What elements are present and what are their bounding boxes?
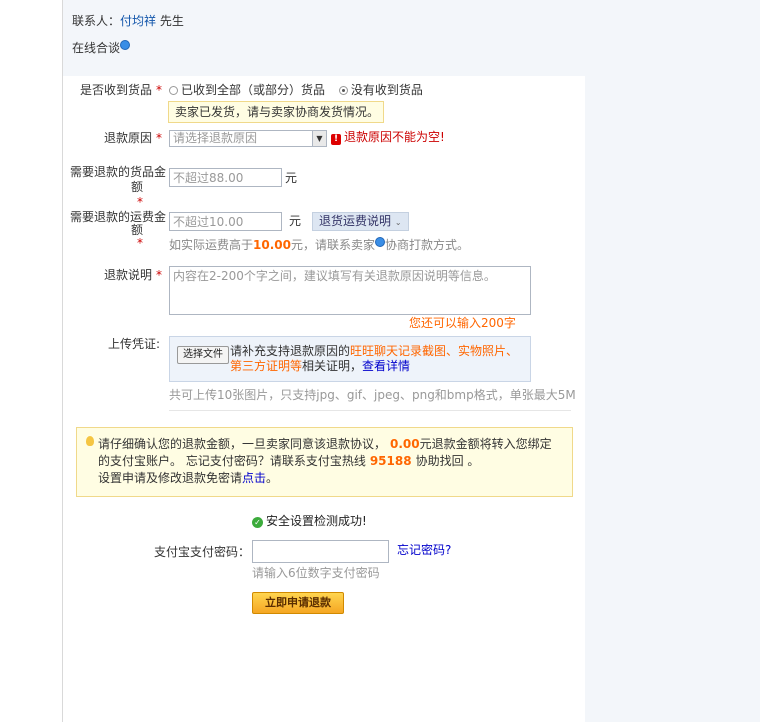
radio-not-received-label[interactable]: 没有收到货品 — [351, 83, 423, 97]
error-icon: ! — [331, 134, 341, 145]
shipping-fee-explain-button[interactable]: 退货运费说明 ⌄ — [312, 212, 409, 231]
password-label: 支付宝支付密码： — [153, 545, 250, 559]
contact-panel — [63, 0, 760, 76]
goods-amount-unit: 元 — [285, 171, 298, 185]
description-label-row: 退款说明 * — [62, 268, 162, 283]
shipping-note-prefix: 如实际运费高于 — [169, 238, 254, 252]
choose-file-button[interactable]: 选择文件 — [177, 346, 229, 364]
chevron-down-icon: ⌄ — [394, 218, 402, 227]
reason-error: ! 退款原因不能为空! — [331, 130, 445, 145]
confirm-line1-prefix: 请仔细确认您的退款金额，一旦卖家同意该退款协议， — [98, 437, 387, 451]
received-label-row: 是否收到货品 * — [62, 83, 162, 98]
required-mark: * — [156, 268, 162, 282]
contact-line: 联系人：付均祥 先生 — [72, 14, 184, 29]
goods-amount-label-line2: 额 — [130, 180, 143, 194]
shipping-note-suffix: 协商打款方式。 — [385, 238, 470, 252]
password-hint: 请输入6位数字支付密码 — [252, 566, 380, 580]
security-status: ✓ 安全设置检测成功! — [252, 514, 367, 529]
reason-select-placeholder: 请选择退款原因 — [173, 131, 258, 145]
radio-received-circle[interactable] — [169, 86, 178, 95]
password-input[interactable] — [252, 540, 389, 563]
upload-text-middle: 相关证明， — [302, 359, 363, 373]
required-mark: * — [137, 236, 143, 250]
reason-label: 退款原因 — [103, 131, 152, 145]
divider — [169, 410, 571, 411]
view-details-link[interactable]: 查看详情 — [362, 359, 410, 373]
shipping-amount-placeholder: 不超过10.00 — [173, 215, 244, 229]
description-remaining: 您还可以输入200字 — [409, 316, 516, 330]
shipping-note: 如实际运费高于10.00元，请联系卖家 协商打款方式。 — [169, 237, 469, 253]
required-mark: * — [156, 83, 162, 97]
received-notice-text: 卖家已发货，请与卖家协商发货情况。 — [175, 105, 380, 119]
radio-not-received-circle[interactable] — [338, 86, 348, 95]
description-label: 退款说明 — [103, 268, 152, 282]
contact-title: 先生 — [159, 14, 184, 28]
goods-amount-label-line1: 需要退款的货品金 — [69, 165, 166, 179]
radio-received[interactable]: 已收到全部（或部分）货品 — [169, 83, 325, 97]
click-here-link[interactable]: 点击 — [242, 471, 266, 485]
shipping-amount-label: 需要退款的运费金 额 * — [62, 211, 166, 250]
check-icon: ✓ — [252, 517, 263, 528]
upload-description: 请补充支持退款原因的旺旺聊天记录截图、实物照片、第三方证明等相关证明，查看详情 — [230, 344, 520, 374]
radio-received-label[interactable]: 已收到全部（或部分）货品 — [181, 83, 325, 97]
description-placeholder: 内容在2-200个字之间，建议填写有关退款原因说明等信息。 — [173, 269, 496, 283]
contact-label: 联系人： — [72, 14, 121, 28]
confirm-line2-prefix: 的支付宝账户。 忘记支付密码？请联系支付宝热线 — [98, 454, 366, 468]
confirm-line3-suffix: 。 — [266, 471, 279, 485]
required-mark: * — [156, 131, 162, 145]
goods-amount-input[interactable]: 不超过88.00 — [169, 168, 282, 187]
hotline-number: 95188 — [369, 454, 412, 468]
right-panel — [585, 76, 760, 722]
goods-amount-placeholder: 不超过88.00 — [173, 171, 244, 185]
confirm-line2-suffix: 协助找回 。 — [415, 454, 480, 468]
reason-select[interactable]: 请选择退款原因 ▼ — [169, 130, 327, 147]
online-chat[interactable]: 在线合谈 — [72, 40, 131, 56]
wangwang-icon[interactable] — [120, 40, 131, 50]
shipping-fee-explain-label: 退货运费说明 — [319, 214, 392, 228]
required-mark: * — [137, 195, 143, 209]
left-border — [62, 0, 63, 722]
chevron-down-icon[interactable]: ▼ — [312, 131, 326, 146]
radio-not-received[interactable]: 没有收到货品 — [338, 83, 423, 97]
received-options: 已收到全部（或部分）货品 没有收到货品 — [169, 83, 423, 98]
shipping-amount-unit: 元 — [289, 214, 302, 228]
upload-box: 选择文件 请补充支持退款原因的旺旺聊天记录截图、实物照片、第三方证明等相关证明，… — [169, 336, 531, 382]
lightbulb-icon — [86, 436, 94, 446]
online-chat-label: 在线合谈 — [72, 41, 121, 55]
security-text: 安全设置检测成功! — [266, 514, 367, 528]
shipping-amount-label-line2: 额 — [130, 223, 143, 237]
contact-name[interactable]: 付均祥 — [120, 14, 156, 28]
confirm-line3-prefix: 设置申请及修改退款免密请 — [98, 471, 243, 485]
shipping-amount-input[interactable]: 不超过10.00 — [169, 212, 282, 231]
description-textarea[interactable]: 内容在2-200个字之间，建议填写有关退款原因说明等信息。 — [169, 266, 531, 315]
shipping-amount-label-line1: 需要退款的运费金 — [69, 210, 166, 224]
upload-label: 上传凭证: — [107, 337, 160, 351]
received-notice: 卖家已发货，请与卖家协商发货情况。 — [168, 101, 384, 123]
confirm-text: 请仔细确认您的退款金额，一旦卖家同意该退款协议， 0.00元退款金额将转入您绑定 … — [98, 436, 552, 487]
upload-text-prefix: 请补充支持退款原因的 — [230, 344, 351, 358]
shipping-note-value: 10.00 — [253, 238, 291, 252]
confirm-notice: 请仔细确认您的退款金额，一旦卖家同意该退款协议， 0.00元退款金额将转入您绑定 … — [76, 427, 573, 497]
goods-amount-label: 需要退款的货品金 额 * — [62, 165, 166, 210]
received-label: 是否收到货品 — [79, 83, 152, 97]
confirm-amount: 0.00 — [390, 437, 420, 451]
confirm-line1-suffix: 元退款金额将转入您绑定 — [419, 437, 552, 451]
upload-hint: 共可上传10张图片，只支持jpg、gif、jpeg、png和bmp格式，单张最大… — [169, 388, 576, 402]
shipping-note-middle: 元，请联系卖家 — [290, 238, 375, 252]
wangwang-icon[interactable] — [375, 237, 385, 247]
reason-error-text: 退款原因不能为空! — [344, 130, 445, 144]
reason-label-row: 退款原因 * — [62, 131, 162, 146]
forgot-password-link[interactable]: 忘记密码? — [397, 543, 451, 558]
submit-refund-button[interactable]: 立即申请退款 — [252, 592, 344, 614]
